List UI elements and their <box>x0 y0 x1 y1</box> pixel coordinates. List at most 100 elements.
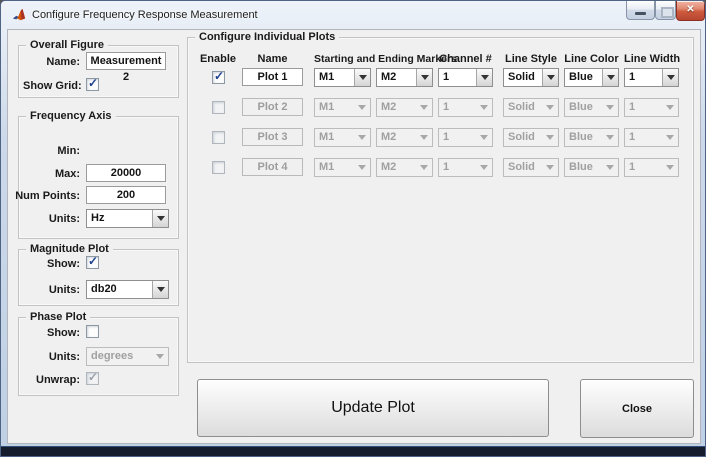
chevron-down-icon <box>152 281 168 298</box>
plot2-name-field: Plot 2 <box>242 98 303 116</box>
close-window-button[interactable] <box>676 1 705 21</box>
col-header-name: Name <box>242 53 303 65</box>
overall-figure-legend: Overall Figure <box>26 39 108 51</box>
plot2-end-marker-dropdown: M2 <box>376 98 433 117</box>
line-width-value: 1 <box>625 159 662 176</box>
magnitude-units-dropdown[interactable]: db20 <box>86 280 169 299</box>
plot3-enable-checkbox[interactable] <box>212 131 225 144</box>
chevron-down-icon <box>416 159 432 176</box>
plot1-start-marker-dropdown[interactable]: M1 <box>314 68 371 87</box>
matlab-logo-icon <box>12 8 26 22</box>
freq-units-dropdown[interactable]: Hz <box>86 209 169 228</box>
chevron-down-icon <box>354 99 370 116</box>
chevron-down-icon <box>542 129 558 146</box>
plot2-enable-checkbox[interactable] <box>212 101 225 114</box>
phase-units-label: Units: <box>23 351 80 363</box>
chevron-down-icon <box>354 69 370 86</box>
dialog-window: Configure Frequency Response Measurement… <box>0 0 706 457</box>
start-marker-value: M1 <box>315 129 354 146</box>
plot2-line-style-dropdown: Solid <box>503 98 559 117</box>
freq-units-label: Units: <box>23 213 80 225</box>
col-header-line-width: Line Width <box>624 53 679 65</box>
col-header-line-style: Line Style <box>503 53 559 65</box>
chevron-down-icon <box>662 129 678 146</box>
line-style-value: Solid <box>504 99 542 116</box>
chevron-down-icon <box>602 129 618 146</box>
end-marker-value: M2 <box>377 129 416 146</box>
plot1-enable-checkbox[interactable] <box>212 71 225 84</box>
chevron-down-icon <box>476 129 492 146</box>
chevron-down-icon <box>542 99 558 116</box>
plot3-start-marker-dropdown: M1 <box>314 128 371 147</box>
phase-plot-legend: Phase Plot <box>26 311 90 323</box>
chevron-down-icon <box>476 69 492 86</box>
line-style-value: Solid <box>504 159 542 176</box>
unwrap-checkbox <box>86 372 99 385</box>
chevron-down-icon <box>152 348 168 365</box>
plot4-enable-checkbox[interactable] <box>212 161 225 174</box>
line-color-value: Blue <box>565 69 602 86</box>
plot1-channel-dropdown[interactable]: 1 <box>438 68 493 87</box>
col-header-enable: Enable <box>193 53 243 65</box>
chevron-down-icon <box>602 159 618 176</box>
chevron-down-icon <box>602 69 618 86</box>
chevron-down-icon <box>662 99 678 116</box>
max-label: Max: <box>31 168 80 180</box>
phase-show-checkbox[interactable] <box>86 325 99 338</box>
line-width-value: 1 <box>625 129 662 146</box>
frequency-axis-legend: Frequency Axis <box>26 110 116 122</box>
plot4-line-color-dropdown: Blue <box>564 158 619 177</box>
close-button[interactable]: Close <box>580 379 694 438</box>
plot4-channel-dropdown: 1 <box>438 158 493 177</box>
col-header-channel: Channel # <box>438 53 493 65</box>
magnitude-show-checkbox[interactable] <box>86 256 99 269</box>
window-title: Configure Frequency Response Measurement <box>32 9 258 21</box>
end-marker-value: M2 <box>377 99 416 116</box>
plot1-name-field[interactable]: Plot 1 <box>242 68 303 86</box>
line-style-value: Solid <box>504 69 542 86</box>
max-field[interactable]: 20000 <box>86 164 166 182</box>
chevron-down-icon <box>152 210 168 227</box>
start-marker-value: M1 <box>315 99 354 116</box>
min-label: Min: <box>31 145 80 157</box>
plot3-line-width-dropdown: 1 <box>624 128 679 147</box>
plot2-line-width-dropdown: 1 <box>624 98 679 117</box>
freq-units-value: Hz <box>87 210 152 227</box>
magnitude-units-value: db20 <box>87 281 152 298</box>
phase-units-value: degrees <box>87 348 152 365</box>
start-marker-value: M1 <box>315 69 354 86</box>
plot4-line-width-dropdown: 1 <box>624 158 679 177</box>
show-grid-checkbox[interactable] <box>86 78 99 91</box>
col-header-line-color: Line Color <box>564 53 619 65</box>
figure-name-field[interactable]: Measurement 2 <box>86 52 166 70</box>
plot1-end-marker-dropdown[interactable]: M2 <box>376 68 433 87</box>
show-grid-label: Show Grid: <box>23 80 80 92</box>
line-width-value: 1 <box>625 69 662 86</box>
plot2-start-marker-dropdown: M1 <box>314 98 371 117</box>
update-plot-button[interactable]: Update Plot <box>197 379 549 437</box>
num-points-label: Num Points: <box>15 190 80 202</box>
num-points-field[interactable]: 200 <box>86 186 166 204</box>
channel-value: 1 <box>439 129 476 146</box>
chevron-down-icon <box>416 69 432 86</box>
channel-value: 1 <box>439 99 476 116</box>
title-bar[interactable]: Configure Frequency Response Measurement <box>1 1 705 29</box>
chevron-down-icon <box>476 159 492 176</box>
line-color-value: Blue <box>565 129 602 146</box>
plot1-line-width-dropdown[interactable]: 1 <box>624 68 679 87</box>
line-color-value: Blue <box>565 159 602 176</box>
plot3-name-field: Plot 3 <box>242 128 303 146</box>
plot1-line-color-dropdown[interactable]: Blue <box>564 68 619 87</box>
maximize-button <box>655 1 676 20</box>
minimize-button[interactable] <box>626 1 655 20</box>
col-header-markers: Starting and Ending Markers <box>314 53 433 65</box>
plot4-line-style-dropdown: Solid <box>503 158 559 177</box>
chevron-down-icon <box>476 99 492 116</box>
plot2-line-color-dropdown: Blue <box>564 98 619 117</box>
chevron-down-icon <box>354 159 370 176</box>
plot4-end-marker-dropdown: M2 <box>376 158 433 177</box>
chevron-down-icon <box>354 129 370 146</box>
magnitude-units-label: Units: <box>23 284 80 296</box>
plot1-line-style-dropdown[interactable]: Solid <box>503 68 559 87</box>
magnitude-plot-legend: Magnitude Plot <box>26 243 113 255</box>
